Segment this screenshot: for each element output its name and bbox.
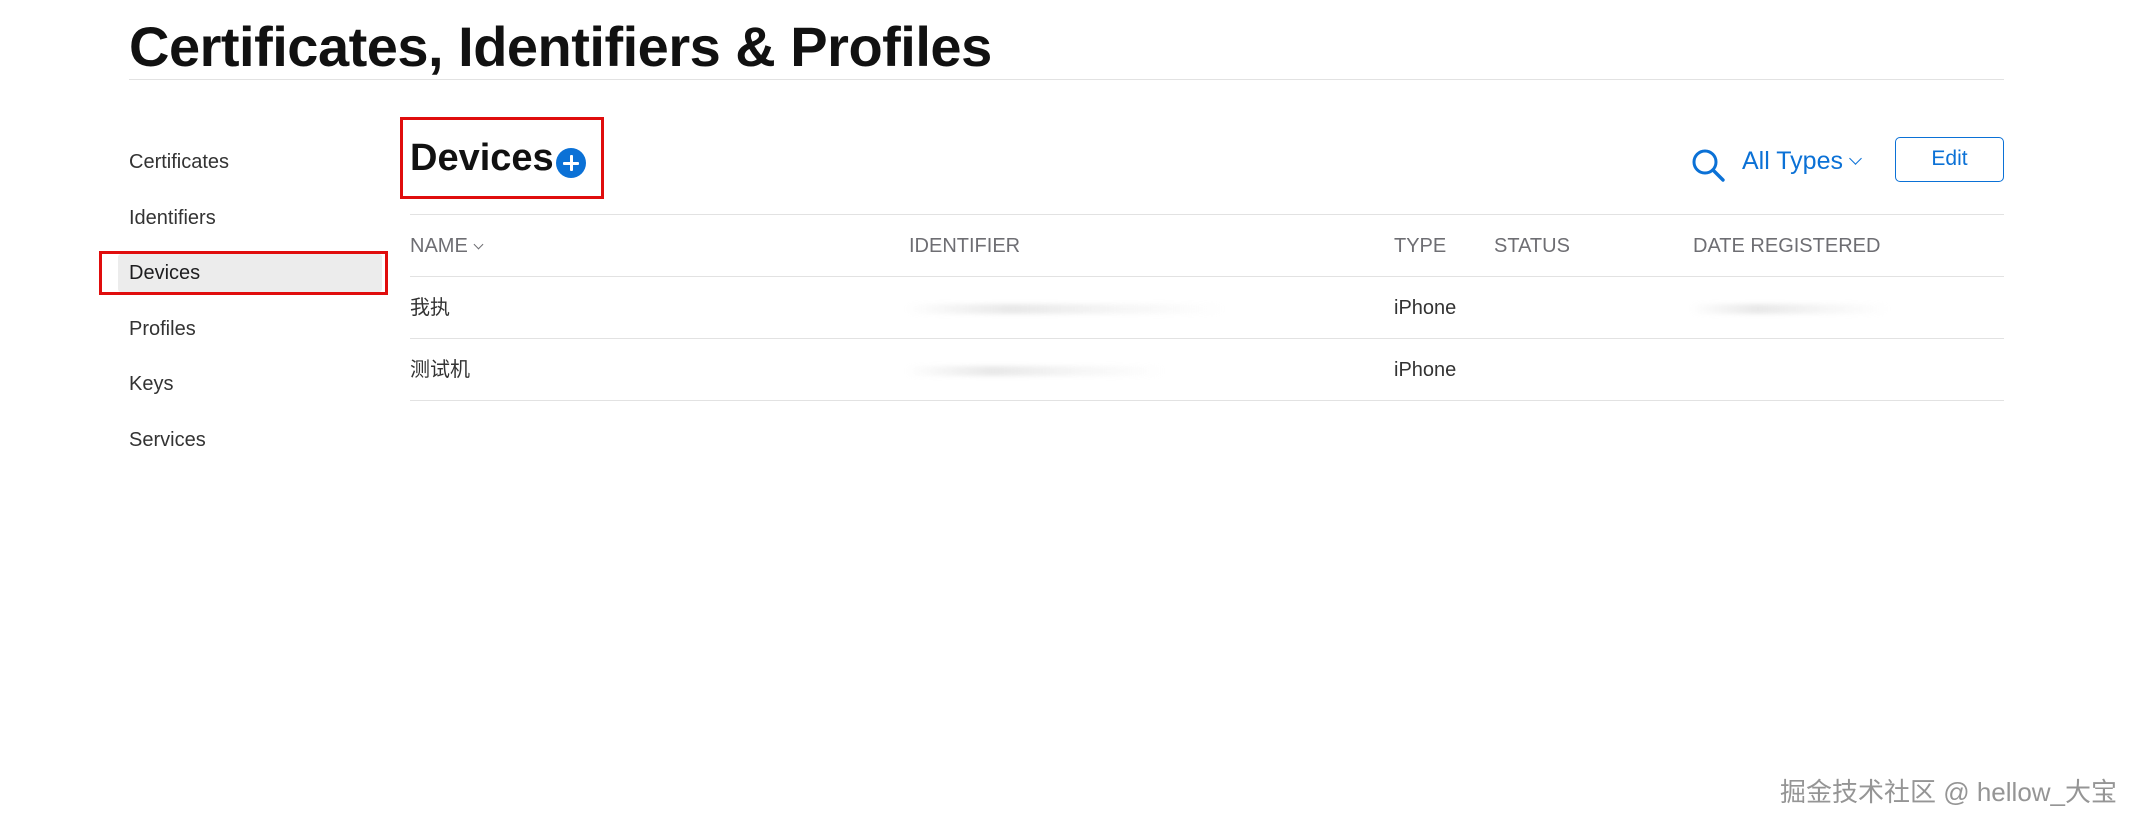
add-device-button[interactable] bbox=[556, 148, 586, 178]
type-filter-dropdown[interactable]: All Types bbox=[1742, 143, 1862, 179]
type-filter-label: All Types bbox=[1742, 147, 1843, 175]
redacted-identifier bbox=[905, 304, 1225, 314]
search-icon[interactable] bbox=[1688, 145, 1728, 185]
title-divider bbox=[129, 79, 2004, 80]
sidebar-item-keys[interactable]: Keys bbox=[118, 365, 382, 403]
device-type: iPhone bbox=[1394, 359, 1457, 381]
column-header-name[interactable]: NAME bbox=[410, 215, 484, 277]
sidebar-item-certificates[interactable]: Certificates bbox=[118, 143, 382, 181]
devices-table: NAME IDENTIFIER TYPE STATUS DATE REGISTE… bbox=[410, 215, 2004, 401]
redacted-date bbox=[1690, 304, 1890, 314]
table-row[interactable]: 测试机 iPhone bbox=[410, 339, 2004, 401]
sidebar-item-services[interactable]: Services bbox=[118, 421, 382, 459]
device-name[interactable]: 我执 bbox=[410, 277, 450, 339]
sidebar-item-devices[interactable]: Devices bbox=[118, 254, 382, 292]
device-type: iPhone bbox=[1394, 297, 1457, 319]
column-header-identifier[interactable]: IDENTIFIER bbox=[909, 215, 1020, 277]
device-name[interactable]: 测试机 bbox=[410, 339, 470, 401]
sort-chevron-icon bbox=[473, 239, 484, 250]
column-header-date-registered[interactable]: DATE REGISTERED bbox=[1693, 215, 1880, 277]
chevron-down-icon bbox=[1849, 152, 1862, 165]
page: Certificates, Identifiers & Profiles Cer… bbox=[0, 0, 2131, 826]
redacted-identifier bbox=[905, 366, 1165, 376]
table-row[interactable]: 我执 iPhone bbox=[410, 277, 2004, 339]
sidebar-item-identifiers[interactable]: Identifiers bbox=[118, 199, 382, 237]
column-header-name-label: NAME bbox=[410, 235, 468, 257]
edit-button[interactable]: Edit bbox=[1895, 137, 2004, 182]
column-header-status[interactable]: STATUS bbox=[1494, 215, 1570, 277]
table-header-row: NAME IDENTIFIER TYPE STATUS DATE REGISTE… bbox=[410, 215, 2004, 277]
sidebar-item-profiles[interactable]: Profiles bbox=[118, 310, 382, 348]
section-title: Devices bbox=[410, 137, 554, 179]
sidebar: Certificates Identifiers Devices Profile… bbox=[118, 143, 382, 476]
column-header-type[interactable]: TYPE bbox=[1394, 215, 1446, 277]
watermark: 掘金技术社区 @ hellow_大宝 bbox=[1780, 777, 2118, 807]
page-title: Certificates, Identifiers & Profiles bbox=[129, 15, 992, 78]
